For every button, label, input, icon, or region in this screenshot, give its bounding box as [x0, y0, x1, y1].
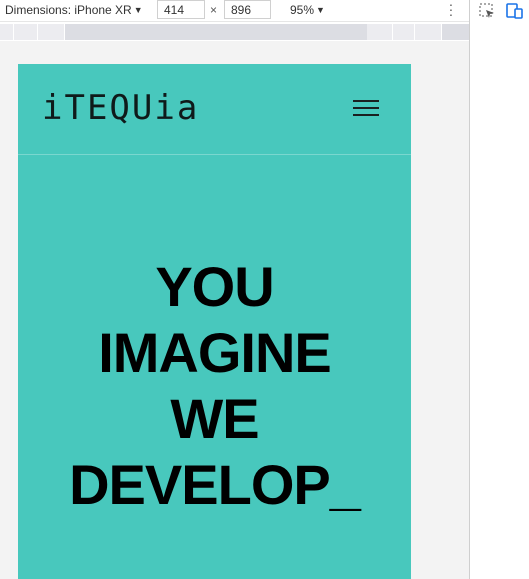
hero-line: IMAGINE	[98, 321, 332, 384]
chevron-down-icon: ▼	[133, 5, 143, 15]
chevron-down-icon: ▼	[316, 5, 325, 15]
dimensions-label: Dimensions: iPhone XR	[5, 3, 132, 17]
device-toolbar: Dimensions: iPhone XR▼ × 95%▼ ···	[0, 0, 469, 22]
hero-line: WE	[170, 387, 259, 450]
inspect-element-icon[interactable]	[479, 3, 495, 19]
dimensions-select[interactable]: Dimensions: iPhone XR ▼	[5, 3, 143, 17]
media-query-segment[interactable]	[367, 24, 393, 40]
height-input[interactable]	[224, 0, 271, 19]
hero-heading: YOU IMAGINE WE DEVELOP_	[18, 254, 411, 518]
panel-divider	[469, 0, 470, 579]
site-logo[interactable]: iTEQUia	[42, 88, 199, 128]
times-symbol: ×	[210, 3, 218, 17]
media-query-segment[interactable]	[38, 24, 65, 40]
media-query-bar	[0, 24, 469, 40]
zoom-label: 95%	[290, 3, 315, 17]
media-query-segment[interactable]	[415, 24, 442, 40]
media-query-segment[interactable]	[393, 24, 415, 40]
media-query-segment[interactable]	[14, 24, 38, 40]
hamburger-menu-icon[interactable]	[353, 100, 379, 120]
site-header: iTEQUia	[18, 64, 411, 155]
width-input[interactable]	[157, 0, 205, 19]
zoom-select[interactable]: 95% ▼	[290, 3, 325, 17]
hero-line: DEVELOP_	[69, 453, 361, 516]
hero-line: YOU	[155, 255, 274, 318]
emulated-page: iTEQUia YOU IMAGINE WE DEVELOP_	[18, 64, 411, 579]
media-query-segment[interactable]	[0, 24, 14, 40]
device-toolbar-icon[interactable]	[506, 3, 524, 19]
more-options-icon[interactable]: · · ·	[446, 0, 456, 21]
